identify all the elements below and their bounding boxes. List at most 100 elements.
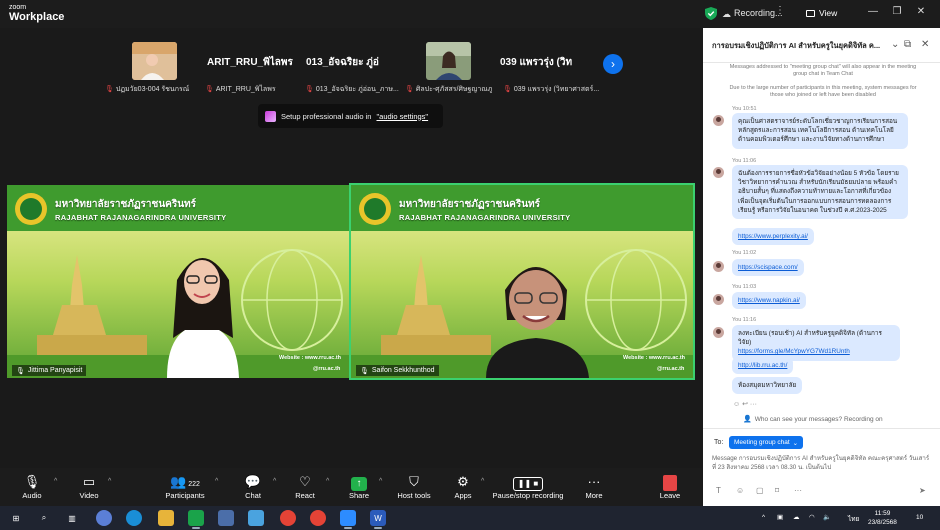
- security-shield-icon[interactable]: [705, 7, 717, 20]
- react-options-caret-icon[interactable]: ^: [326, 478, 329, 485]
- mic-icon: 🎙: [16, 367, 25, 375]
- participants-icon: 👥 222: [170, 474, 200, 489]
- next-page-arrow-icon[interactable]: ›: [603, 54, 623, 74]
- recording-more-icon[interactable]: ⋮: [775, 5, 785, 16]
- brand-top: zoom: [9, 4, 27, 11]
- restore-icon[interactable]: ❐: [890, 6, 904, 17]
- line-app-icon[interactable]: [188, 510, 204, 526]
- recipient-selector[interactable]: Meeting group chat ⌄: [729, 436, 804, 449]
- participant-thumbnail[interactable]: [132, 42, 177, 80]
- microphone-icon: 🎙: [23, 474, 41, 489]
- chat-message[interactable]: คุณเป็นศาสตราจารย์ระดับโลกเชี่ยวชาญการเร…: [732, 113, 908, 149]
- chat-options-chevron-icon[interactable]: ⌄: [891, 39, 899, 50]
- chevron-down-icon: ⌄: [792, 439, 799, 447]
- pause-stop-icon: ❚❚ ■: [488, 473, 568, 491]
- close-window-icon[interactable]: ✕: [914, 6, 928, 17]
- audio-settings-link[interactable]: "audio settings": [376, 112, 428, 121]
- mic-muted-icon: 🎙: [503, 86, 512, 93]
- format-text-icon[interactable]: T: [716, 486, 721, 495]
- participant-name-tile[interactable]: 013_อัจฉริยะ ภู่อ่: [306, 55, 379, 70]
- participant-thumbnail-strip: 🎙 ปฏมวัย03-004 รัชนกรณ์ ARIT_RRU_พิไลพร …: [105, 42, 625, 94]
- file-icon[interactable]: ▢: [756, 486, 764, 495]
- start-windows-icon[interactable]: ⊞: [8, 510, 24, 526]
- university-name-thai: มหาวิทยาลัยราชภัฏราชนครินทร์: [55, 199, 197, 210]
- video-tile-2-active-speaker[interactable]: มหาวิทยาลัยราชภัฏราชนครินทร์ RAJABHAT RA…: [349, 183, 695, 380]
- app-icon[interactable]: [218, 510, 234, 526]
- scispace-link[interactable]: https://scispace.com/: [738, 264, 798, 271]
- chat-message-link[interactable]: https://www.perplexity.ai/: [732, 228, 814, 246]
- more-dots-icon: ···: [587, 474, 601, 489]
- chat-message[interactable]: ฉันต้องการรายการชื่อหัวข้อวิจัยอย่างน้อย…: [732, 165, 908, 220]
- view-button[interactable]: View: [806, 6, 837, 20]
- chat-message-link[interactable]: https://www.napkin.ai/: [732, 292, 806, 310]
- audio-tip-text: Setup professional audio in: [281, 111, 372, 121]
- chrome-browser-icon-2[interactable]: [310, 510, 326, 526]
- chat-message-link[interactable]: http://lib.rru.ac.th/: [732, 357, 794, 375]
- view-label: View: [819, 8, 838, 18]
- apps-options-caret-icon[interactable]: ^: [481, 478, 484, 485]
- message-input[interactable]: Message การอบรมเชิงปฏิบัติการ AI สำหรับค…: [712, 454, 932, 472]
- task-view-icon[interactable]: ▥: [64, 510, 80, 526]
- system-clock[interactable]: 11:59 23/8/2568: [868, 509, 897, 527]
- notification-count-badge[interactable]: 10: [916, 514, 923, 521]
- edge-browser-icon[interactable]: [126, 510, 142, 526]
- chat-notice-system: Due to the large number of participants …: [729, 85, 917, 98]
- active-app-indicator: [374, 527, 382, 529]
- audio-options-caret-icon[interactable]: ^: [54, 478, 57, 485]
- audio-button[interactable]: 🎙 Audio: [4, 473, 60, 500]
- perplexity-link[interactable]: https://www.perplexity.ai/: [738, 233, 808, 240]
- leave-door-icon: [642, 473, 698, 491]
- zoom-app-icon[interactable]: [340, 510, 356, 526]
- chat-options-caret-icon[interactable]: ^: [273, 478, 276, 485]
- participant-name-tile[interactable]: 039 แพรวรุ่ง (วิท: [500, 55, 572, 70]
- message-meta: You 11:16: [732, 317, 757, 323]
- volume-icon[interactable]: 🔈: [823, 513, 831, 521]
- participant-caption: 🎙 ARIT_RRU_พิไลพร: [205, 85, 276, 94]
- tray-chevron-icon[interactable]: ^: [762, 514, 765, 521]
- video-options-caret-icon[interactable]: ^: [108, 478, 111, 485]
- zoom-tray-icon[interactable]: ▣: [777, 513, 783, 521]
- registration-form-link[interactable]: https://forms.gle/McYpwYG7Wd1RUnth: [738, 348, 850, 355]
- input-language[interactable]: ไทย: [848, 514, 859, 524]
- participant-thumbnail[interactable]: [426, 42, 471, 80]
- chat-message[interactable]: ห้องสมุดมหาวิทยาลัย: [732, 377, 803, 395]
- participant-name-tile[interactable]: ARIT_RRU_พิไลพร: [207, 55, 293, 70]
- shield-icon: ⛉: [409, 474, 419, 489]
- presenter-video: [486, 267, 589, 378]
- chat-message[interactable]: ลงทะเบียน (รอบเช้า) AI สำหรับครูยุคดิจิท…: [732, 325, 900, 361]
- search-icon[interactable]: ⌕: [36, 510, 52, 526]
- napkin-link[interactable]: https://www.napkin.ai/: [738, 297, 800, 304]
- cloud-tray-icon[interactable]: ☁: [793, 513, 800, 521]
- chrome-browser-icon[interactable]: [280, 510, 296, 526]
- emoji-icon[interactable]: ☺: [736, 486, 744, 495]
- view-grid-icon: [806, 9, 815, 17]
- more-options-icon[interactable]: ···: [794, 486, 802, 495]
- who-can-see-notice[interactable]: 👤 Who can see your messages? Recording o…: [743, 415, 883, 424]
- participants-count: 222: [188, 481, 200, 488]
- copilot-icon[interactable]: [96, 510, 112, 526]
- word-app-icon[interactable]: W: [370, 510, 386, 526]
- wifi-icon[interactable]: ◠: [809, 513, 815, 521]
- participants-button[interactable]: 👥 222 Participants: [157, 473, 213, 500]
- registration-text: ลงทะเบียน (รอบเช้า) AI สำหรับครูยุคดิจิท…: [738, 330, 882, 347]
- pause-stop-recording-button[interactable]: ❚❚ ■ Pause/stop recording: [488, 473, 568, 500]
- participants-options-caret-icon[interactable]: ^: [215, 478, 218, 485]
- message-reaction-icons[interactable]: ☺ ↩ ···: [733, 400, 757, 408]
- pop-out-icon[interactable]: ⧉: [904, 39, 911, 50]
- leave-button[interactable]: Leave: [642, 473, 698, 500]
- calculator-icon[interactable]: [248, 510, 264, 526]
- screenshot-icon[interactable]: ⌑: [775, 486, 779, 495]
- cloud-recording-icon: ☁: [722, 9, 731, 19]
- chat-panel: การอบรมเชิงปฏิบัติการ AI สำหรับครูในยุคด…: [703, 28, 940, 506]
- send-icon[interactable]: ➤: [919, 486, 926, 495]
- share-options-caret-icon[interactable]: ^: [379, 478, 382, 485]
- react-button[interactable]: ♡ React: [277, 473, 333, 500]
- file-explorer-icon[interactable]: [158, 510, 174, 526]
- minimize-icon[interactable]: —: [866, 6, 880, 17]
- more-button[interactable]: ··· More: [566, 473, 622, 500]
- host-tools-button[interactable]: ⛉ Host tools: [386, 473, 442, 500]
- library-link[interactable]: http://lib.rru.ac.th/: [738, 362, 787, 369]
- chat-message-link[interactable]: https://scispace.com/: [732, 259, 804, 277]
- video-tile-1[interactable]: มหาวิทยาลัยราชภัฏราชนครินทร์ RAJABHAT RA…: [7, 185, 349, 378]
- close-chat-icon[interactable]: ✕: [921, 39, 929, 50]
